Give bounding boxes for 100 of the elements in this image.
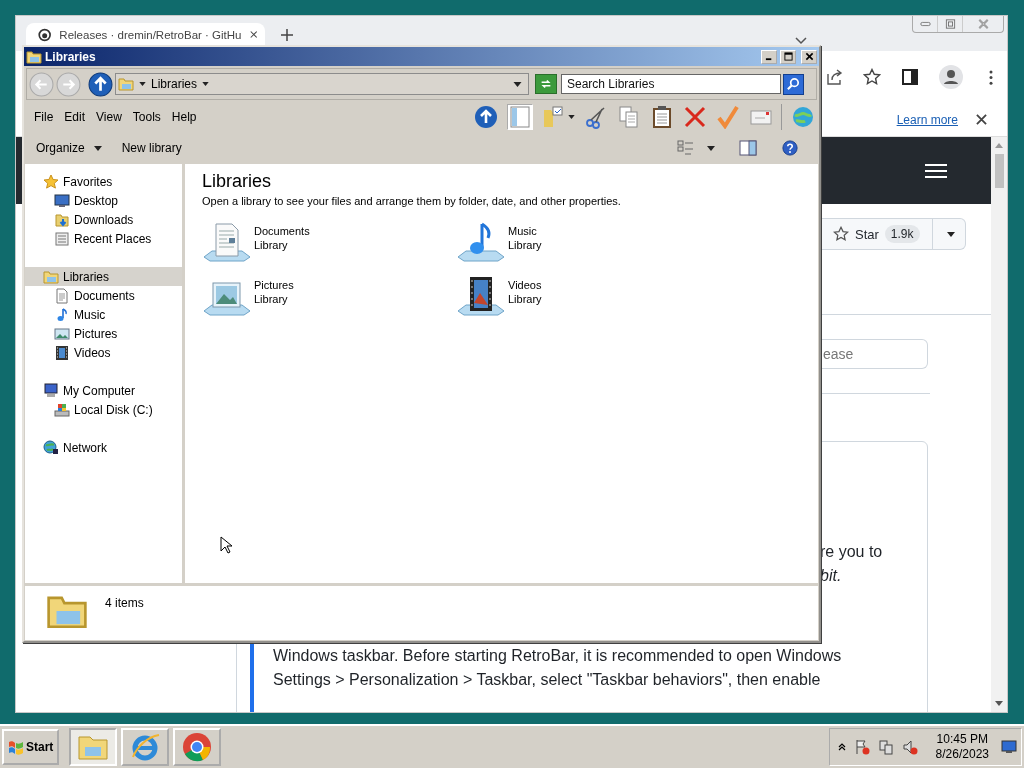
command-button[interactable]: Organize (36, 141, 102, 155)
close-icon (804, 52, 814, 61)
library-item[interactable]: Pictures Library (202, 275, 456, 319)
close-icon (977, 19, 989, 29)
menu-item[interactable]: Edit (62, 110, 95, 124)
avatar-icon[interactable] (939, 65, 963, 89)
maximize-button[interactable] (780, 49, 796, 64)
library-item[interactable]: Music Library (456, 221, 710, 265)
nav-item[interactable]: Documents (25, 286, 182, 305)
network-icon[interactable] (877, 739, 894, 755)
window-title: Libraries (45, 49, 96, 64)
library-item[interactable]: Documents Library (202, 221, 456, 265)
star-button[interactable]: Star 1.9k (822, 218, 966, 250)
star-icon (833, 226, 849, 242)
chevron-up-icon[interactable] (837, 743, 846, 751)
folder-check-icon[interactable] (542, 105, 566, 129)
caret-icon (513, 81, 522, 87)
scroll-down-icon[interactable] (995, 701, 1003, 706)
star-count: 1.9k (884, 225, 920, 243)
library-item[interactable]: Videos Library (456, 275, 710, 319)
clipboard-icon[interactable] (650, 105, 674, 129)
music-note-icon (54, 306, 70, 323)
cursor-icon (220, 536, 232, 554)
menu-item[interactable]: Tools (130, 110, 170, 124)
monitor-icon (54, 192, 70, 209)
page-heading: Libraries (202, 171, 273, 192)
nav-item[interactable]: Libraries (25, 267, 182, 286)
command-button[interactable]: New library (121, 141, 182, 155)
nav-item[interactable]: My Computer (25, 381, 182, 400)
scrollbar[interactable] (991, 137, 1007, 712)
nav-item[interactable]: Desktop (25, 191, 182, 210)
caret-icon (139, 82, 146, 86)
globe-icon (43, 439, 59, 456)
restore-icon (944, 19, 956, 29)
menu-item[interactable]: Help (169, 110, 206, 124)
caret-icon (946, 231, 955, 237)
taskbar-button[interactable] (173, 728, 222, 766)
nav-item[interactable]: Favorites (25, 172, 182, 191)
nav-item[interactable]: Videos (25, 343, 182, 362)
folder-icon (43, 268, 59, 285)
plus-icon[interactable] (281, 29, 293, 41)
refresh-button[interactable] (535, 74, 557, 94)
search-icon (786, 76, 801, 92)
up-button[interactable] (88, 71, 113, 97)
checkmark-icon[interactable] (716, 105, 740, 129)
nav-item[interactable]: Music (25, 305, 182, 324)
speaker-icon[interactable] (901, 739, 918, 755)
help-icon[interactable] (781, 140, 799, 156)
nav-item[interactable]: Network (25, 438, 182, 457)
notice-text: Windows taskbar. Before starting RetroBar, it is recommended to open Windows Settings > Personalization > Taskbar, select "Taskbar behaviors", then enable (273, 646, 843, 690)
nav-item[interactable]: Downloads (25, 210, 182, 229)
browser-tab[interactable]: Releases · dremin/RetroBar · GitHu (26, 23, 265, 46)
menu-item[interactable]: File (32, 110, 63, 124)
caret-icon (93, 145, 102, 151)
close-button[interactable] (801, 49, 817, 64)
close-icon[interactable] (249, 30, 257, 39)
computer-icon (43, 382, 59, 399)
share-icon[interactable] (825, 68, 843, 86)
browser-icon (181, 731, 214, 763)
close-icon[interactable] (976, 114, 987, 125)
folder-icon (54, 211, 70, 228)
music-note-icon (456, 221, 506, 265)
minimize-icon (919, 19, 931, 29)
nav-item[interactable]: Pictures (25, 324, 182, 343)
film-icon (456, 275, 506, 319)
sidebar-icon[interactable] (901, 68, 919, 86)
scroll-thumb[interactable] (994, 154, 1004, 188)
tab-title: Releases · dremin/RetroBar · GitHu (59, 28, 242, 41)
menu-icon[interactable] (989, 69, 993, 85)
caret-icon (568, 115, 575, 119)
flag-icon (8, 739, 24, 755)
breadcrumb-item[interactable]: Libraries (151, 77, 198, 91)
star-label: Star (855, 226, 879, 242)
document-icon (54, 287, 70, 304)
learn-more-link[interactable]: Learn more (896, 112, 958, 127)
taskbar-button[interactable] (121, 728, 170, 766)
search-button[interactable] (783, 73, 804, 95)
browser-icon (129, 731, 162, 763)
start-button[interactable]: Start (2, 729, 60, 765)
refresh-icon (539, 77, 553, 91)
delete-icon[interactable] (683, 105, 707, 129)
view-options-icon[interactable] (677, 140, 695, 156)
item-count: 4 items (105, 596, 144, 610)
clock[interactable]: 10:45 PM 8/26/2023 (935, 732, 989, 762)
menu-icon[interactable] (925, 162, 947, 179)
menu-item[interactable]: View (94, 110, 131, 124)
star-icon[interactable] (863, 68, 881, 86)
star-icon (43, 173, 59, 190)
picture-icon (54, 325, 70, 342)
nav-item[interactable]: Recent Places (25, 229, 182, 248)
monitor-icon[interactable] (1001, 739, 1017, 755)
document-icon (202, 221, 252, 265)
nav-item[interactable]: Local Disk (C:) (25, 400, 182, 419)
search-field[interactable]: Search Libraries (561, 74, 781, 94)
flag-icon[interactable] (853, 739, 870, 755)
chevron-down-icon[interactable] (795, 37, 807, 45)
film-icon (54, 344, 70, 361)
preview-pane-icon[interactable] (739, 140, 757, 156)
address-bar[interactable]: Libraries (115, 73, 529, 95)
maximize-icon (783, 52, 793, 61)
